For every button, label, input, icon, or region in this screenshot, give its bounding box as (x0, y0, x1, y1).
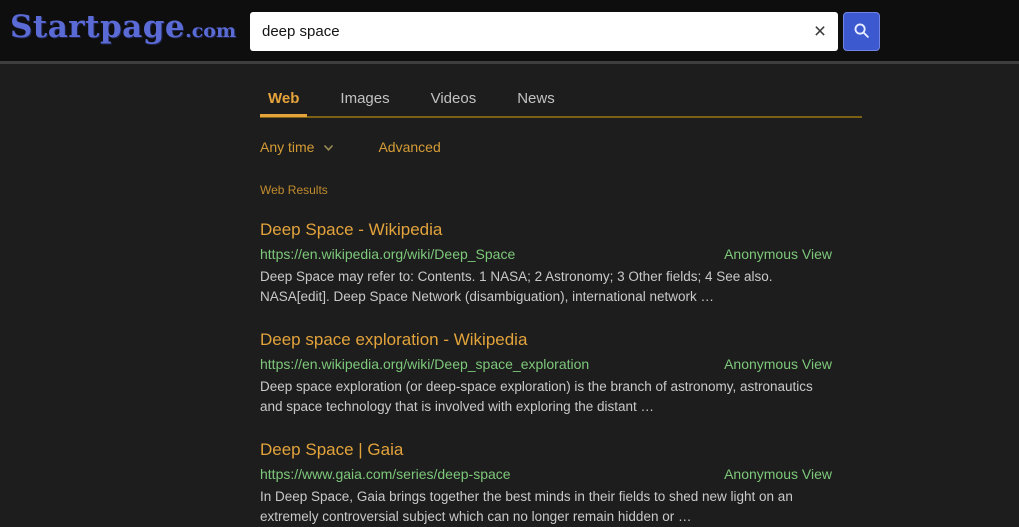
content-column: Web Images Videos News Any time Advanced (259, 90, 862, 527)
logo-tld-text: .com (185, 20, 237, 42)
header: Startpage.com × (0, 0, 1019, 64)
result-snippet: Deep space exploration (or deep-space ex… (260, 379, 813, 414)
search-result: Deep Space - Wikipedia https://en.wikipe… (260, 219, 862, 307)
tab-videos[interactable]: Videos (431, 90, 477, 116)
tab-images[interactable]: Images (340, 90, 389, 116)
clear-search-icon[interactable]: × (802, 21, 838, 42)
search-result: Deep space exploration - Wikipedia https… (260, 329, 862, 417)
search-box: × (250, 12, 838, 51)
result-title-link[interactable]: Deep Space - Wikipedia (260, 219, 442, 241)
anonymous-view-link[interactable]: Anonymous View (724, 246, 832, 262)
time-filter-dropdown[interactable]: Any time (260, 139, 334, 155)
search-result: Deep Space | Gaia https://www.gaia.com/s… (260, 439, 862, 527)
filters-row: Any time Advanced (260, 139, 862, 155)
result-title-link[interactable]: Deep space exploration - Wikipedia (260, 329, 527, 351)
tab-news[interactable]: News (517, 90, 555, 116)
tabs-divider (260, 116, 862, 118)
result-meta-row: https://en.wikipedia.org/wiki/Deep_space… (260, 356, 832, 372)
anonymous-view-link[interactable]: Anonymous View (724, 356, 832, 372)
anonymous-view-link[interactable]: Anonymous View (724, 466, 832, 482)
search-button[interactable] (843, 12, 880, 51)
advanced-search-link[interactable]: Advanced (378, 139, 440, 155)
result-meta-row: https://www.gaia.com/series/deep-space A… (260, 466, 832, 482)
chevron-down-icon (323, 144, 334, 152)
result-meta-row: https://en.wikipedia.org/wiki/Deep_Space… (260, 246, 832, 262)
result-snippet: Deep Space may refer to: Contents. 1 NAS… (260, 269, 773, 304)
result-url-link[interactable]: https://en.wikipedia.org/wiki/Deep_space… (260, 356, 589, 372)
search-input[interactable] (250, 12, 802, 51)
time-filter-label: Any time (260, 139, 315, 155)
results-heading: Web Results (260, 183, 328, 197)
search-category-tabs: Web Images Videos News (259, 90, 862, 117)
result-snippet: In Deep Space, Gaia brings together the … (260, 489, 793, 524)
logo-brand-text: Startpage (10, 9, 186, 45)
tab-web[interactable]: Web (259, 90, 308, 117)
result-url-link[interactable]: https://www.gaia.com/series/deep-space (260, 466, 511, 482)
startpage-search-results-page: Startpage.com × Web Images Videos News (0, 0, 1019, 527)
result-url-link[interactable]: https://en.wikipedia.org/wiki/Deep_Space (260, 246, 515, 262)
startpage-logo[interactable]: Startpage.com (10, 9, 236, 45)
result-title-link[interactable]: Deep Space | Gaia (260, 439, 403, 461)
main-content: Web Images Videos News Any time Advanced (0, 64, 1019, 527)
search-icon (853, 22, 870, 42)
